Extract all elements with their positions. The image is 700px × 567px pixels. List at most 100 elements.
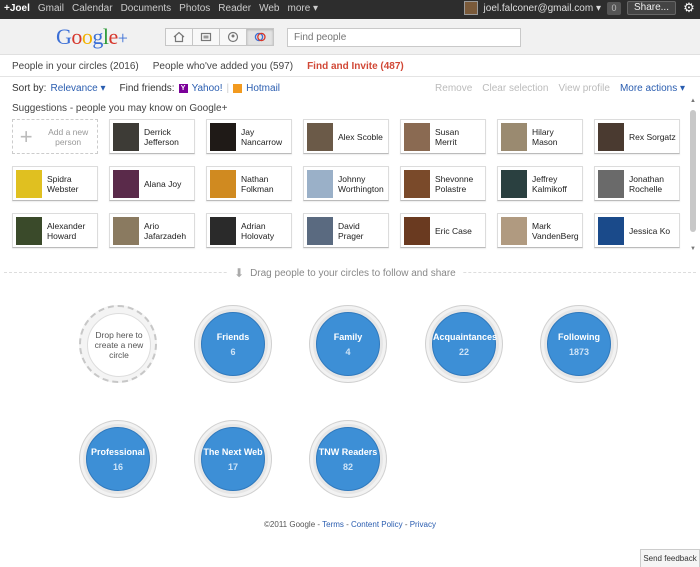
circle-count: 82 [342,461,353,472]
person-card[interactable]: Ario Jafarzadeh [109,213,195,248]
person-photo [598,216,624,245]
down-arrow-icon: ⬇ [234,266,245,280]
person-card[interactable]: Mark VandenBerg [497,213,583,248]
person-card[interactable]: David Prager [303,213,389,248]
profile-icon[interactable] [219,28,247,46]
person-card[interactable]: Eric Case [400,213,486,248]
scroll-up-icon[interactable]: ▲ [689,98,697,104]
scrollbar[interactable]: ▲ ▼ [689,98,697,252]
person-card[interactable]: Jonathan Rochelle [594,166,680,201]
person-name: Alexander Howard [47,220,86,241]
person-name: Alana Joy [144,178,182,189]
notifications-count[interactable]: 0 [606,1,621,15]
person-card[interactable]: Susan Merrit [400,119,486,154]
person-card[interactable]: Derrick Jefferson [109,119,195,154]
clear-selection-button[interactable]: Clear selection [482,83,548,94]
account-email[interactable]: joel.falconer@gmail.com ▾ [484,3,601,14]
circle-core[interactable]: Family 4 [316,312,380,376]
privacy-link[interactable]: Privacy [410,520,436,529]
nav-profile[interactable]: +Joel [4,3,30,14]
person-name: Rex Sorgatz [629,131,676,142]
header: Google+ [0,19,700,55]
circles-icon[interactable] [246,28,274,46]
nav-documents[interactable]: Documents [121,3,172,14]
circle-core[interactable]: TNW Readers 82 [316,427,380,491]
person-card[interactable]: Jeffrey Kalmikoff [497,166,583,201]
remove-button[interactable]: Remove [435,83,472,94]
person-name: Adrian Holovaty [241,220,275,241]
person-card[interactable]: Adrian Holovaty [206,213,292,248]
scrollbar-thumb[interactable] [690,110,696,232]
person-name: Eric Case [435,225,472,236]
person-card[interactable]: Alex Scoble [303,119,389,154]
terms-link[interactable]: Terms [322,520,344,529]
circle-count: 17 [227,461,238,472]
person-photo [210,169,236,198]
home-icon[interactable] [165,28,193,46]
circle-following[interactable]: Following 1873 [540,305,618,383]
hotmail-link[interactable]: Hotmail [246,83,280,94]
person-card[interactable]: Alexander Howard [12,213,98,248]
circle-count: 1873 [568,346,590,357]
content-policy-link[interactable]: Content Policy [351,520,403,529]
circle-core[interactable]: Acquaintances 22 [432,312,497,376]
circle-name: Professional [90,446,146,457]
circle-tnw-readers[interactable]: TNW Readers 82 [309,420,387,498]
nav-more[interactable]: more ▾ [288,3,319,14]
person-card[interactable]: Rex Sorgatz [594,119,680,154]
nav-gmail[interactable]: Gmail [38,3,64,14]
person-photo [16,169,42,198]
circle-professional[interactable]: Professional 16 [79,420,157,498]
person-name: Shevonne Polastre [435,173,474,194]
user-avatar[interactable] [463,1,478,15]
person-card[interactable]: Jessica Ko [594,213,680,248]
tab-people-in-circles[interactable]: People in your circles (2016) [12,61,139,72]
tab-find-and-invite[interactable]: Find and Invite (487) [307,61,404,72]
yahoo-link[interactable]: Yahoo! [192,83,223,94]
person-card[interactable]: Shevonne Polastre [400,166,486,201]
person-card[interactable]: Nathan Folkman [206,166,292,201]
person-photo [307,169,333,198]
new-circle-dropzone[interactable]: Drop here to create a new circle [79,305,157,383]
view-profile-button[interactable]: View profile [558,83,610,94]
circle-core[interactable]: Friends 6 [201,312,265,376]
person-card[interactable]: Alana Joy [109,166,195,201]
share-button[interactable]: Share... [626,1,676,15]
person-card[interactable]: Spidra Webster [12,166,98,201]
circle-acquaintances[interactable]: Acquaintances 22 [425,305,503,383]
person-card[interactable]: Johnny Worthington [303,166,389,201]
circle-core[interactable]: Following 1873 [547,312,611,376]
person-name: Spidra Webster [47,173,79,194]
scroll-down-icon[interactable]: ▼ [689,246,697,252]
nav-photos[interactable]: Photos [179,3,210,14]
person-card[interactable]: Jay Nancarrow [206,119,292,154]
circle-the-next-web[interactable]: The Next Web 17 [194,420,272,498]
person-card[interactable]: Hilary Mason [497,119,583,154]
plus-icon: + [19,123,33,149]
send-feedback-button[interactable]: Send feedback [640,549,700,567]
drag-hint-text: Drag people to your circles to follow an… [250,267,456,279]
circle-core[interactable]: Professional 16 [86,427,150,491]
nav-calendar[interactable]: Calendar [72,3,113,14]
add-person-card[interactable]: + Add a new person [12,119,98,154]
circle-core[interactable]: The Next Web 17 [201,427,265,491]
person-photo [404,122,430,151]
google-plus-logo[interactable]: Google+ [56,24,128,50]
person-photo [113,122,139,151]
nav-web[interactable]: Web [259,3,279,14]
tab-people-who-added-you[interactable]: People who've added you (597) [153,61,293,72]
photos-icon[interactable] [192,28,220,46]
sort-dropdown[interactable]: Relevance ▾ [50,83,105,94]
find-people-input[interactable] [287,28,521,47]
circle-family[interactable]: Family 4 [309,305,387,383]
gear-icon[interactable]: ⚙ [682,1,696,15]
suggestions-title: Suggestions - people you may know on Goo… [12,103,228,114]
nav-reader[interactable]: Reader [218,3,251,14]
circle-name: The Next Web [203,446,263,457]
more-actions-dropdown[interactable]: More actions ▾ [620,83,685,94]
circle-friends[interactable]: Friends 6 [194,305,272,383]
person-photo [501,216,527,245]
person-photo [307,216,333,245]
circle-name: TNW Readers [318,446,378,457]
circle-name: Friends [216,331,250,342]
